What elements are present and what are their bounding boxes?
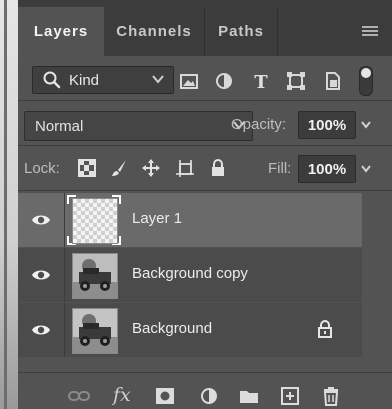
adjustment-filter-icon[interactable] (213, 70, 235, 92)
svg-text:T: T (254, 72, 268, 92)
add-mask-icon[interactable] (154, 386, 176, 406)
panel-tab-bar: Layers Channels Paths (18, 0, 392, 56)
shape-filter-icon[interactable] (285, 70, 307, 92)
blend-mode-value: Normal (35, 117, 84, 135)
layers-panel: Layers Channels Paths Kind T Normal Opac… (18, 0, 392, 409)
eye-icon[interactable] (31, 267, 51, 283)
divider (18, 372, 392, 373)
visibility-cell (18, 248, 65, 302)
filter-kind-select[interactable]: Kind (32, 66, 174, 94)
fill-slider-toggle[interactable] (356, 156, 376, 182)
search-icon (43, 71, 61, 89)
opacity-field[interactable]: 100% (298, 111, 356, 139)
layer-thumbnail (72, 198, 118, 244)
lock-position-icon[interactable] (141, 158, 161, 178)
link-layers-icon[interactable] (68, 386, 90, 406)
panel-menu-icon[interactable] (362, 26, 378, 36)
lock-all-icon[interactable] (208, 158, 228, 178)
divider (18, 190, 392, 191)
filter-kind-label: Kind (69, 71, 100, 89)
layer-row-background-copy[interactable]: Background copy (18, 248, 362, 302)
fill-label: Fill: (268, 160, 292, 177)
lock-label: Lock: (24, 160, 60, 177)
chevron-down-icon (361, 121, 371, 129)
layer-thumbnail (72, 253, 118, 299)
new-layer-icon[interactable] (279, 386, 301, 406)
layer-row-background[interactable]: Background (18, 303, 362, 357)
layers-bottom-toolbar: fx (18, 378, 392, 409)
smart-object-filter-icon[interactable] (322, 70, 344, 92)
adjustment-layer-icon[interactable] (198, 386, 220, 406)
divider (18, 100, 392, 101)
layer-row-layer-1[interactable]: Layer 1 (18, 193, 362, 247)
visibility-cell (18, 193, 65, 247)
filter-toggle[interactable] (359, 66, 373, 96)
layer-filter-row: Kind T (18, 60, 392, 96)
new-group-icon[interactable] (238, 386, 260, 406)
layer-name: Layer 1 (132, 210, 183, 227)
lock-image-pixels-icon[interactable] (109, 158, 129, 178)
delete-layer-icon[interactable] (320, 386, 342, 406)
tab-layers[interactable]: Layers (18, 7, 104, 56)
layer-thumbnail (72, 308, 118, 354)
eye-icon[interactable] (31, 322, 51, 338)
type-filter-icon[interactable]: T (250, 70, 272, 92)
tab-channels[interactable]: Channels (104, 7, 205, 56)
canvas-detail (4, 0, 7, 409)
layer-name: Background (132, 320, 213, 337)
fill-field[interactable]: 100% (298, 155, 356, 183)
lock-artboard-icon[interactable] (175, 158, 195, 178)
opacity-slider-toggle[interactable] (356, 112, 376, 138)
layers-scroll-gutter[interactable] (362, 193, 392, 363)
opacity-label: Opacity: (231, 116, 287, 133)
lock-transparent-pixels-icon[interactable] (77, 158, 97, 178)
pixel-filter-icon[interactable] (178, 70, 200, 92)
tab-paths[interactable]: Paths (205, 7, 278, 56)
layer-locked-icon[interactable] (317, 320, 333, 338)
chevron-down-icon (361, 165, 371, 173)
eye-icon[interactable] (31, 212, 51, 228)
layer-name: Background copy (132, 265, 248, 282)
visibility-cell (18, 303, 65, 357)
blend-mode-select[interactable]: Normal (24, 111, 253, 141)
divider (18, 145, 392, 146)
layer-style-icon[interactable]: fx (113, 384, 131, 406)
chevron-down-icon (152, 75, 164, 84)
